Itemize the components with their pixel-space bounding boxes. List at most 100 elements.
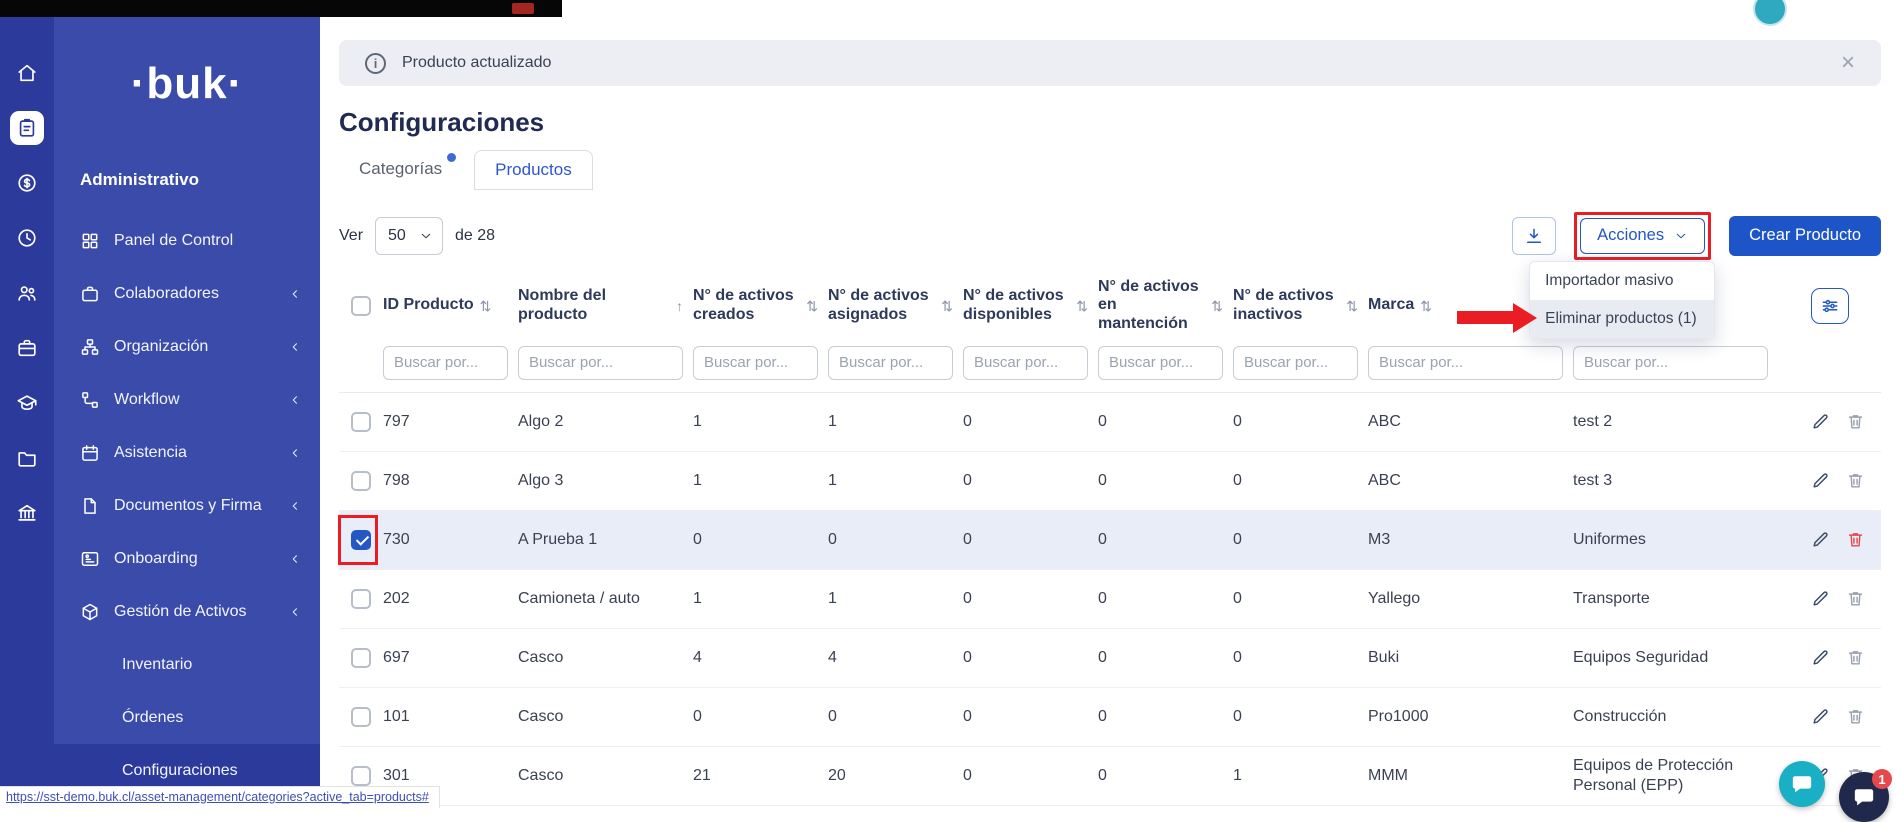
sort-icon[interactable]: ⇅ [806,298,818,315]
products-table: ID Producto⇅Nombre del producto↑N° de ac… [339,272,1881,806]
sort-icon[interactable]: ⇅ [1076,298,1088,315]
select-all-checkbox[interactable] [351,296,371,316]
browser-chrome-strip [0,0,562,17]
delete-button[interactable] [1846,530,1865,549]
trash-icon [1846,707,1865,726]
people-rail-item[interactable] [10,276,44,310]
edit-button[interactable] [1811,412,1830,431]
sort-icon[interactable]: ⇅ [480,298,492,315]
inventory-rail-item[interactable] [10,111,44,145]
edit-button[interactable] [1811,707,1830,726]
colaboradores-icon [80,284,100,304]
row-checkbox[interactable] [351,530,371,550]
menu-item-importador-masivo[interactable]: Importador masivo [1530,262,1714,300]
sidebar-item-asistencia[interactable]: Asistencia [54,426,320,479]
cell-id: 730 [383,530,518,550]
menu-item-eliminar-productos-1[interactable]: Eliminar productos (1) [1530,300,1714,338]
delete-button[interactable] [1846,707,1865,726]
column-settings-button[interactable] [1811,288,1849,324]
edit-button[interactable] [1811,530,1830,549]
row-checkbox[interactable] [351,471,371,491]
briefcase-rail-item[interactable] [10,331,44,365]
column-header-mantencion[interactable]: N° de activos en mantención⇅ [1098,278,1233,335]
chevron-left-icon [288,340,302,354]
sidebar-item-gestion-de-activos[interactable]: Gestión de Activos [54,585,320,638]
filter-input-nombre[interactable] [518,346,683,380]
sidebar-item-workflow[interactable]: Workflow [54,373,320,426]
pencil-icon [1811,412,1830,431]
cell-categoria: test 3 [1573,471,1778,491]
cell-inactivos: 0 [1233,412,1368,432]
download-button[interactable] [1512,217,1556,255]
cell-creados: 1 [693,412,828,432]
bank-rail-item[interactable] [10,496,44,530]
row-checkbox[interactable] [351,707,371,727]
filter-input-creados[interactable] [693,346,818,380]
delete-button[interactable] [1846,412,1865,431]
education-icon [16,392,38,414]
filter-input-disponibles[interactable] [963,346,1088,380]
tab-productos[interactable]: Productos [474,150,593,190]
cell-asignados: 1 [828,412,963,432]
filter-row [339,340,1881,393]
sidebar-subitem-ordenes[interactable]: Órdenes [54,691,320,744]
filter-input-inactivos[interactable] [1233,346,1358,380]
filter-input-categoria[interactable] [1573,346,1768,380]
column-header-id[interactable]: ID Producto⇅ [383,296,518,315]
cell-nombre: Camioneta / auto [518,589,693,609]
sort-icon[interactable]: ↑ [676,298,683,315]
folder-rail-item[interactable] [10,441,44,475]
sidebar-item-organizacion[interactable]: Organización [54,320,320,373]
page-size-select[interactable]: 50 [375,217,443,255]
briefcase-icon [16,337,38,359]
sidebar-subitem-inventario[interactable]: Inventario [54,638,320,691]
sort-icon[interactable]: ⇅ [1420,298,1432,315]
sidebar-item-panel-de-control[interactable]: Panel de Control [54,214,320,267]
cell-mantencion: 0 [1098,648,1233,668]
filter-input-asignados[interactable] [828,346,953,380]
sort-icon[interactable]: ⇅ [1211,298,1223,315]
sidebar: ·buk· Administrativo Panel de ControlCol… [0,0,320,808]
chat-launcher-teal[interactable] [1779,761,1825,807]
history-rail-item[interactable] [10,221,44,255]
delete-button[interactable] [1846,589,1865,608]
trash-icon [1846,530,1865,549]
home-rail-item[interactable] [10,56,44,90]
delete-button[interactable] [1846,648,1865,667]
pencil-icon [1811,707,1830,726]
cell-categoria: Transporte [1573,589,1778,609]
sidebar-item-onboarding[interactable]: Onboarding [54,532,320,585]
column-header-inactivos[interactable]: N° de activos inactivos⇅ [1233,287,1368,325]
close-icon[interactable]: × [1841,51,1855,75]
annotation-box-acciones: Acciones Importador masivoEliminar produ… [1574,212,1711,260]
column-header-disponibles[interactable]: N° de activos disponibles⇅ [963,287,1098,325]
filter-input-mantencion[interactable] [1098,346,1223,380]
filter-input-marca[interactable] [1368,346,1563,380]
row-checkbox[interactable] [351,648,371,668]
acciones-button[interactable]: Acciones [1580,218,1705,254]
row-checkbox[interactable] [351,766,371,786]
payments-rail-item[interactable] [10,166,44,200]
cell-categoria: Construcción [1573,707,1778,727]
sort-icon[interactable]: ⇅ [1346,298,1358,315]
column-header-creados[interactable]: N° de activos creados⇅ [693,287,828,325]
sort-icon[interactable]: ⇅ [941,298,953,315]
filter-input-id[interactable] [383,346,508,380]
edit-button[interactable] [1811,648,1830,667]
sidebar-item-colaboradores[interactable]: Colaboradores [54,267,320,320]
cell-mantencion: 0 [1098,412,1233,432]
column-header-nombre[interactable]: Nombre del producto↑ [518,287,693,325]
row-checkbox[interactable] [351,412,371,432]
cell-mantencion: 0 [1098,707,1233,727]
sidebar-item-documentos-y-firma[interactable]: Documentos y Firma [54,479,320,532]
cell-asignados: 1 [828,471,963,491]
crear-producto-button[interactable]: Crear Producto [1729,216,1881,256]
row-checkbox[interactable] [351,589,371,609]
delete-button[interactable] [1846,471,1865,490]
tab-categorias[interactable]: Categorías [339,150,462,190]
edit-button[interactable] [1811,471,1830,490]
education-rail-item[interactable] [10,386,44,420]
column-header-asignados[interactable]: N° de activos asignados⇅ [828,287,963,325]
edit-button[interactable] [1811,589,1830,608]
onboarding-icon [80,549,100,569]
